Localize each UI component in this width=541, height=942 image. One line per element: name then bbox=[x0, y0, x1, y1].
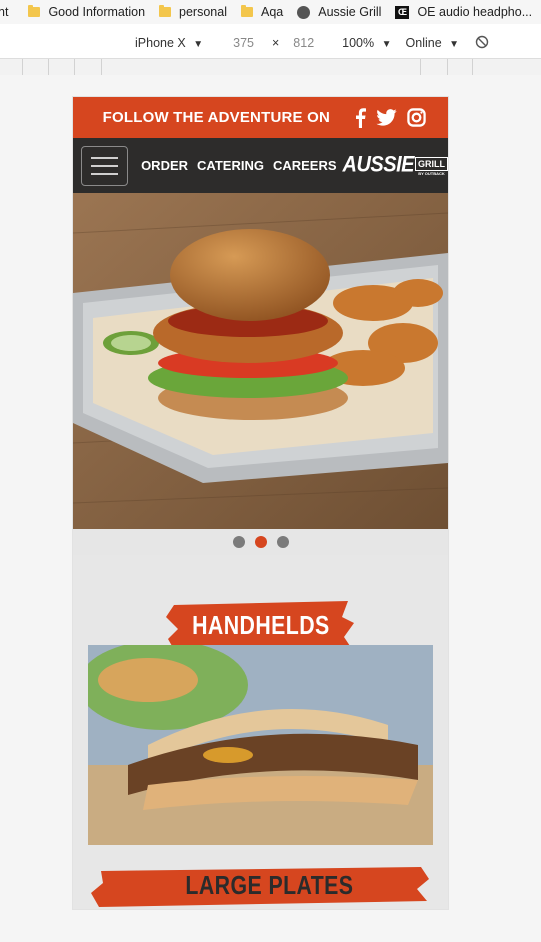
carousel-indicators bbox=[73, 529, 448, 555]
carousel-dot-1[interactable] bbox=[232, 536, 245, 548]
chevron-down-icon: ▼ bbox=[193, 39, 204, 50]
follow-text: FOLLOW THE ADVENTURE ON bbox=[102, 109, 330, 126]
aussie-grill-logo[interactable]: AUSSIE GRILL BY OUTBACK bbox=[342, 152, 448, 178]
mobile-page: FOLLOW THE ADVENTURE ON ORDER CATERING C… bbox=[73, 97, 448, 909]
bookmark-label: OE audio headpho... bbox=[417, 5, 533, 19]
handhelds-image[interactable] bbox=[88, 645, 433, 845]
social-banner: FOLLOW THE ADVENTURE ON bbox=[73, 97, 448, 138]
logo-box-text: GRILL bbox=[415, 157, 448, 171]
carousel-dot-3[interactable] bbox=[276, 536, 289, 548]
device-toolbar: iPhone X ▼ 375 × 812 100% ▼ Online ▼ bbox=[0, 30, 541, 56]
dimension-separator: × bbox=[271, 36, 280, 50]
bookmark-label: personal bbox=[179, 5, 227, 19]
chevron-down-icon: ▼ bbox=[381, 39, 392, 50]
nav-catering-link[interactable]: CATERING bbox=[197, 158, 264, 173]
carousel-dot-2[interactable] bbox=[254, 536, 267, 548]
instagram-icon[interactable] bbox=[407, 108, 426, 127]
bookmark-personal[interactable]: personal bbox=[159, 5, 227, 19]
width-input[interactable]: 375 bbox=[233, 36, 254, 50]
bookmark-label: nt bbox=[0, 5, 9, 19]
oe-icon: Œ bbox=[395, 5, 410, 19]
twitter-icon[interactable] bbox=[376, 109, 397, 126]
bookmark-label: Aussie Grill bbox=[318, 5, 382, 19]
bookmark-oe-audio[interactable]: Œ OE audio headpho... bbox=[395, 5, 532, 19]
bookmark-aussie-grill[interactable]: Aussie Grill bbox=[297, 5, 381, 19]
bookmarks-bar: nt Good Information personal Aqa Aussie … bbox=[0, 0, 541, 24]
main-navigation: ORDER CATERING CAREERS AUSSIE GRILL BY O… bbox=[73, 138, 448, 193]
section-title-handhelds[interactable]: HANDHELDS bbox=[192, 610, 330, 641]
device-select[interactable]: iPhone X ▼ bbox=[135, 36, 203, 50]
facebook-icon[interactable] bbox=[354, 107, 366, 128]
chevron-down-icon: ▼ bbox=[449, 39, 460, 50]
folder-icon bbox=[240, 5, 253, 17]
zoom-value: 100% bbox=[342, 36, 375, 50]
logo-sub-text: BY OUTBACK bbox=[418, 171, 445, 176]
logo-main-text: AUSSIE bbox=[342, 152, 415, 178]
rotate-icon[interactable] bbox=[475, 35, 489, 52]
nav-order-link[interactable]: ORDER bbox=[141, 158, 188, 173]
nav-careers-link[interactable]: CAREERS bbox=[273, 158, 337, 173]
height-input[interactable]: 812 bbox=[293, 36, 314, 50]
bookmark-label: Aqa bbox=[260, 5, 284, 19]
bookmark-good-information[interactable]: Good Information bbox=[28, 5, 145, 19]
bookmark-nt[interactable]: nt bbox=[0, 5, 8, 19]
device-name: iPhone X bbox=[135, 36, 186, 50]
hero-carousel-image[interactable] bbox=[73, 193, 448, 529]
folder-icon bbox=[28, 5, 41, 17]
hamburger-icon[interactable] bbox=[81, 145, 129, 186]
network-value: Online bbox=[405, 36, 442, 50]
bookmark-label: Good Information bbox=[48, 5, 146, 19]
globe-icon bbox=[297, 5, 311, 19]
network-select[interactable]: Online ▼ bbox=[406, 36, 460, 50]
bookmark-aqa[interactable]: Aqa bbox=[240, 5, 284, 19]
zoom-select[interactable]: 100% ▼ bbox=[342, 36, 391, 50]
menu-section: HANDHELDS LARGE PLATES bbox=[73, 555, 448, 909]
section-title-large-plates[interactable]: LARGE PLATES bbox=[185, 870, 353, 901]
media-query-bar[interactable] bbox=[0, 58, 541, 76]
folder-icon bbox=[159, 5, 172, 17]
